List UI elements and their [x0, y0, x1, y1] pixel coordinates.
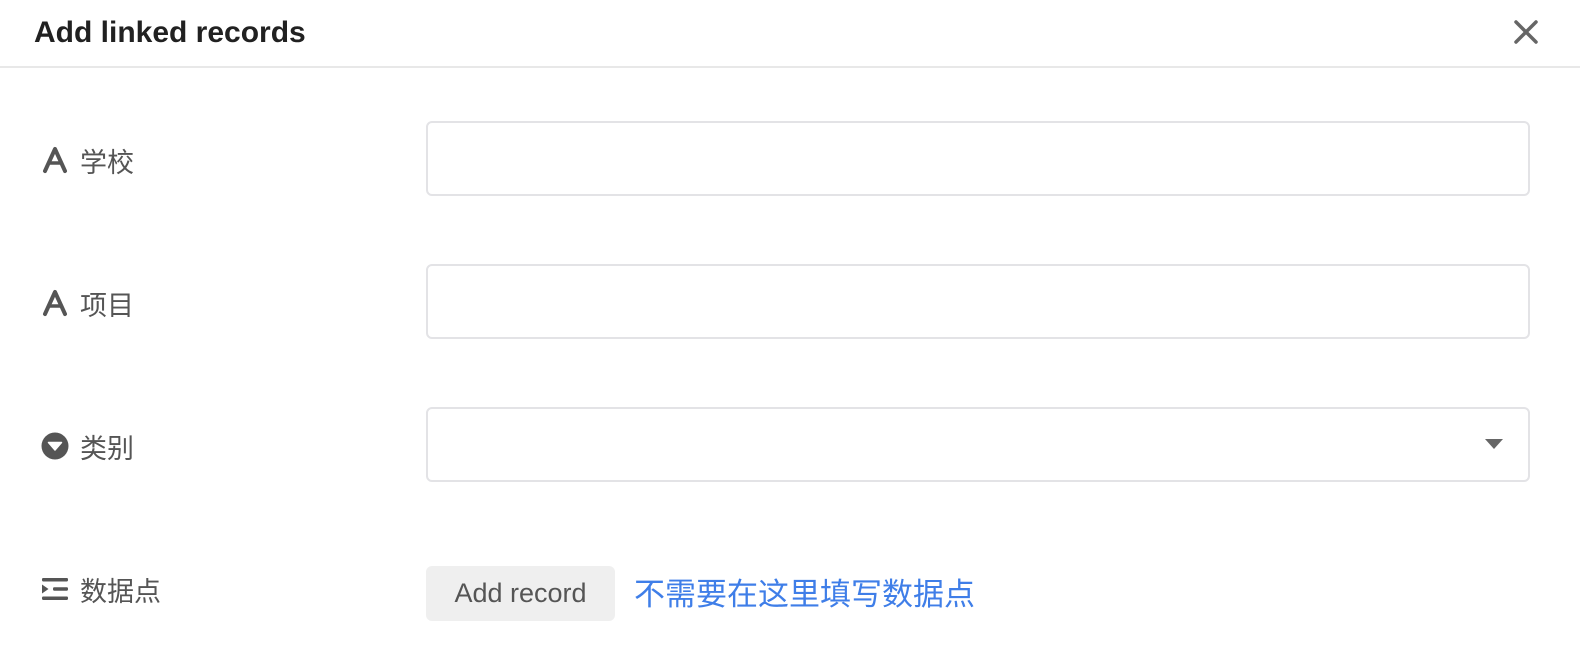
close-button[interactable] — [1508, 14, 1544, 50]
dialog-title: Add linked records — [34, 16, 306, 49]
chevron-down-icon — [1485, 439, 1503, 449]
field-label-text: 类别 — [80, 433, 134, 465]
field-label-project: 项目 — [40, 283, 134, 323]
link-record-icon — [40, 574, 70, 604]
field-label-text: 数据点 — [80, 576, 161, 608]
single-select-icon — [40, 431, 70, 461]
add-linked-records-dialog: Add linked records 学校 项目 类别 数据点 Add reco… — [0, 0, 1580, 662]
school-input[interactable] — [426, 121, 1530, 196]
text-type-icon — [40, 145, 70, 175]
field-label-data-points: 数据点 — [40, 569, 161, 609]
field-label-category: 类别 — [40, 426, 134, 466]
field-label-text: 学校 — [80, 147, 134, 179]
dialog-header: Add linked records — [0, 0, 1580, 68]
add-record-button[interactable]: Add record — [426, 566, 615, 621]
hint-link[interactable]: 不需要在这里填写数据点 — [634, 574, 975, 616]
close-icon — [1514, 20, 1538, 44]
category-select[interactable] — [426, 407, 1530, 482]
project-input[interactable] — [426, 264, 1530, 339]
field-label-text: 项目 — [80, 290, 134, 322]
field-label-school: 学校 — [40, 140, 134, 180]
text-type-icon — [40, 288, 70, 318]
